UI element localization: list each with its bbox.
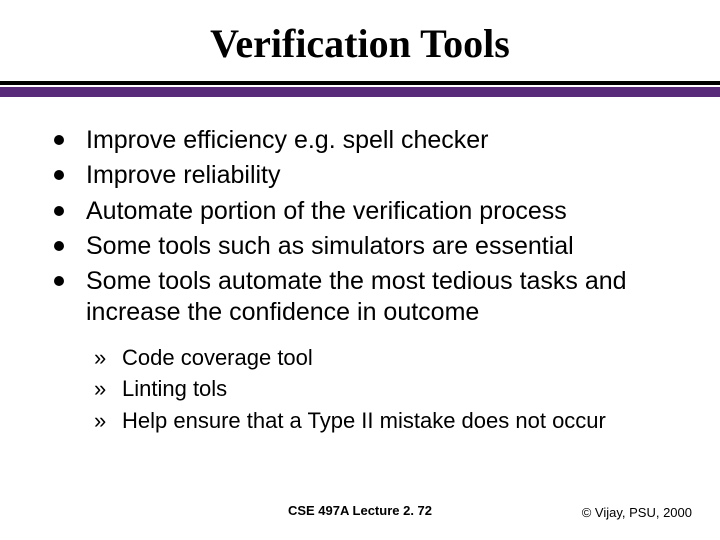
sub-bullet-list: Code coverage tool Linting tols Help ens…: [94, 343, 686, 436]
title-underline: [0, 81, 720, 97]
sub-list-item: Help ensure that a Type II mistake does …: [94, 406, 686, 436]
page-title: Verification Tools: [0, 20, 720, 67]
list-item: Improve reliability: [54, 160, 686, 191]
content-area: Improve efficiency e.g. spell checker Im…: [0, 97, 720, 436]
slide: Verification Tools Improve efficiency e.…: [0, 0, 720, 540]
sub-bullet-text: Linting tols: [122, 376, 227, 401]
bullet-text: Improve efficiency e.g. spell checker: [86, 126, 489, 154]
list-item: Some tools such as simulators are essent…: [54, 231, 686, 262]
rule-purple: [0, 87, 720, 97]
bullet-list: Improve efficiency e.g. spell checker Im…: [54, 125, 686, 436]
bullet-text: Some tools such as simulators are essent…: [86, 232, 574, 260]
sub-list-item: Code coverage tool: [94, 343, 686, 373]
sub-bullet-text: Help ensure that a Type II mistake does …: [122, 408, 606, 433]
list-item: Some tools automate the most tedious tas…: [54, 266, 686, 436]
sub-bullet-text: Code coverage tool: [122, 345, 313, 370]
list-item: Improve efficiency e.g. spell checker: [54, 125, 686, 156]
bullet-text: Some tools automate the most tedious tas…: [86, 267, 627, 326]
bullet-text: Improve reliability: [86, 161, 281, 189]
sub-list-item: Linting tols: [94, 374, 686, 404]
footer-copyright: © Vijay, PSU, 2000: [582, 505, 692, 520]
rule-black: [0, 81, 720, 85]
bullet-text: Automate portion of the verification pro…: [86, 197, 567, 225]
list-item: Automate portion of the verification pro…: [54, 196, 686, 227]
